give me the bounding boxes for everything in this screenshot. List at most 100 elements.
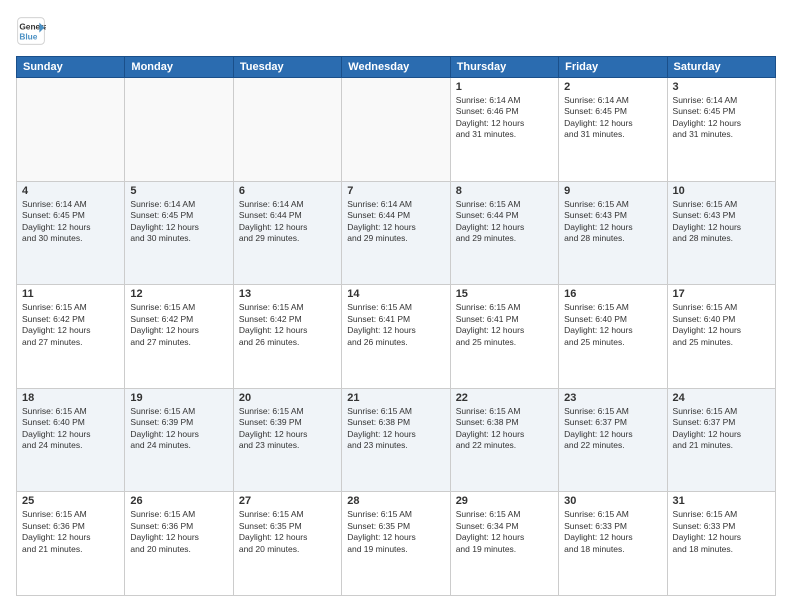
day-number: 8 (456, 185, 553, 197)
day-info: Sunrise: 6:15 AM Sunset: 6:41 PM Dayligh… (347, 302, 444, 348)
weekday-header-wednesday: Wednesday (342, 57, 450, 78)
day-number: 11 (22, 288, 119, 300)
day-number: 15 (456, 288, 553, 300)
calendar-cell (342, 78, 450, 182)
day-info: Sunrise: 6:15 AM Sunset: 6:41 PM Dayligh… (456, 302, 553, 348)
day-info: Sunrise: 6:14 AM Sunset: 6:45 PM Dayligh… (22, 199, 119, 245)
calendar-cell (125, 78, 233, 182)
day-number: 18 (22, 392, 119, 404)
day-info: Sunrise: 6:15 AM Sunset: 6:36 PM Dayligh… (130, 509, 227, 555)
page: General Blue SundayMondayTuesdayWednesda… (0, 0, 792, 612)
day-info: Sunrise: 6:15 AM Sunset: 6:37 PM Dayligh… (564, 406, 661, 452)
calendar-cell: 26 Sunrise: 6:15 AM Sunset: 6:36 PM Dayli… (125, 492, 233, 596)
day-number: 26 (130, 495, 227, 507)
calendar-cell: 12 Sunrise: 6:15 AM Sunset: 6:42 PM Dayli… (125, 285, 233, 389)
day-number: 21 (347, 392, 444, 404)
calendar-cell: 22 Sunrise: 6:15 AM Sunset: 6:38 PM Dayli… (450, 388, 558, 492)
calendar-cell: 7 Sunrise: 6:14 AM Sunset: 6:44 PM Daylig… (342, 181, 450, 285)
day-number: 6 (239, 185, 336, 197)
day-number: 7 (347, 185, 444, 197)
day-number: 14 (347, 288, 444, 300)
day-number: 17 (673, 288, 770, 300)
calendar-cell: 6 Sunrise: 6:14 AM Sunset: 6:44 PM Daylig… (233, 181, 341, 285)
day-info: Sunrise: 6:15 AM Sunset: 6:43 PM Dayligh… (673, 199, 770, 245)
day-number: 28 (347, 495, 444, 507)
calendar-cell: 13Sunrise: 6:15 AM Sunset: 6:42 PM Dayli… (233, 285, 341, 389)
day-number: 20 (239, 392, 336, 404)
calendar-week-row: 1Sunrise: 6:14 AM Sunset: 6:46 PM Daylig… (17, 78, 776, 182)
calendar-cell: 4Sunrise: 6:14 AM Sunset: 6:45 PM Daylig… (17, 181, 125, 285)
calendar-cell: 28 Sunrise: 6:15 AM Sunset: 6:35 PM Dayli… (342, 492, 450, 596)
day-info: Sunrise: 6:14 AM Sunset: 6:44 PM Dayligh… (347, 199, 444, 245)
calendar-cell: 3 Sunrise: 6:14 AM Sunset: 6:45 PM Daylig… (667, 78, 775, 182)
day-info: Sunrise: 6:15 AM Sunset: 6:40 PM Dayligh… (673, 302, 770, 348)
calendar-cell (17, 78, 125, 182)
calendar-cell: 8Sunrise: 6:15 AM Sunset: 6:44 PM Daylig… (450, 181, 558, 285)
day-info: Sunrise: 6:15 AM Sunset: 6:43 PM Dayligh… (564, 199, 661, 245)
calendar-cell: 31 Sunrise: 6:15 AM Sunset: 6:33 PM Dayli… (667, 492, 775, 596)
weekday-header-thursday: Thursday (450, 57, 558, 78)
day-info: Sunrise: 6:15 AM Sunset: 6:42 PM Dayligh… (22, 302, 119, 348)
calendar-cell (233, 78, 341, 182)
calendar-cell: 14 Sunrise: 6:15 AM Sunset: 6:41 PM Dayli… (342, 285, 450, 389)
day-info: Sunrise: 6:15 AM Sunset: 6:40 PM Dayligh… (22, 406, 119, 452)
calendar-cell: 23Sunrise: 6:15 AM Sunset: 6:37 PM Dayli… (559, 388, 667, 492)
calendar-cell: 16 Sunrise: 6:15 AM Sunset: 6:40 PM Dayli… (559, 285, 667, 389)
day-info: Sunrise: 6:15 AM Sunset: 6:33 PM Dayligh… (673, 509, 770, 555)
weekday-header-tuesday: Tuesday (233, 57, 341, 78)
day-info: Sunrise: 6:15 AM Sunset: 6:40 PM Dayligh… (564, 302, 661, 348)
calendar-week-row: 11 Sunrise: 6:15 AM Sunset: 6:42 PM Dayli… (17, 285, 776, 389)
calendar-cell: 9Sunrise: 6:15 AM Sunset: 6:43 PM Daylig… (559, 181, 667, 285)
calendar-cell: 2 Sunrise: 6:14 AM Sunset: 6:45 PM Daylig… (559, 78, 667, 182)
weekday-header-row: SundayMondayTuesdayWednesdayThursdayFrid… (17, 57, 776, 78)
weekday-header-monday: Monday (125, 57, 233, 78)
day-number: 31 (673, 495, 770, 507)
calendar-cell: 27Sunrise: 6:15 AM Sunset: 6:35 PM Dayli… (233, 492, 341, 596)
calendar-cell: 25Sunrise: 6:15 AM Sunset: 6:36 PM Dayli… (17, 492, 125, 596)
day-number: 22 (456, 392, 553, 404)
calendar-cell: 21 Sunrise: 6:15 AM Sunset: 6:38 PM Dayli… (342, 388, 450, 492)
day-info: Sunrise: 6:14 AM Sunset: 6:45 PM Dayligh… (673, 95, 770, 141)
calendar-cell: 20Sunrise: 6:15 AM Sunset: 6:39 PM Dayli… (233, 388, 341, 492)
day-number: 13 (239, 288, 336, 300)
day-number: 12 (130, 288, 227, 300)
calendar-cell: 15 Sunrise: 6:15 AM Sunset: 6:41 PM Dayli… (450, 285, 558, 389)
calendar-cell: 10 Sunrise: 6:15 AM Sunset: 6:43 PM Dayli… (667, 181, 775, 285)
day-number: 16 (564, 288, 661, 300)
day-info: Sunrise: 6:15 AM Sunset: 6:38 PM Dayligh… (456, 406, 553, 452)
weekday-header-saturday: Saturday (667, 57, 775, 78)
logo-icon: General Blue (16, 16, 46, 46)
day-number: 5 (130, 185, 227, 197)
day-info: Sunrise: 6:15 AM Sunset: 6:38 PM Dayligh… (347, 406, 444, 452)
day-info: Sunrise: 6:14 AM Sunset: 6:44 PM Dayligh… (239, 199, 336, 245)
calendar-cell: 30 Sunrise: 6:15 AM Sunset: 6:33 PM Dayli… (559, 492, 667, 596)
calendar-week-row: 4Sunrise: 6:14 AM Sunset: 6:45 PM Daylig… (17, 181, 776, 285)
calendar-cell: 18 Sunrise: 6:15 AM Sunset: 6:40 PM Dayli… (17, 388, 125, 492)
logo: General Blue (16, 16, 46, 46)
day-number: 30 (564, 495, 661, 507)
day-info: Sunrise: 6:15 AM Sunset: 6:35 PM Dayligh… (347, 509, 444, 555)
day-number: 3 (673, 81, 770, 93)
day-number: 27 (239, 495, 336, 507)
day-number: 10 (673, 185, 770, 197)
day-info: Sunrise: 6:15 AM Sunset: 6:34 PM Dayligh… (456, 509, 553, 555)
calendar-cell: 1Sunrise: 6:14 AM Sunset: 6:46 PM Daylig… (450, 78, 558, 182)
weekday-header-friday: Friday (559, 57, 667, 78)
weekday-header-sunday: Sunday (17, 57, 125, 78)
day-info: Sunrise: 6:14 AM Sunset: 6:45 PM Dayligh… (130, 199, 227, 245)
day-info: Sunrise: 6:15 AM Sunset: 6:33 PM Dayligh… (564, 509, 661, 555)
day-info: Sunrise: 6:15 AM Sunset: 6:36 PM Dayligh… (22, 509, 119, 555)
calendar-week-row: 18 Sunrise: 6:15 AM Sunset: 6:40 PM Dayli… (17, 388, 776, 492)
day-number: 19 (130, 392, 227, 404)
calendar-cell: 19 Sunrise: 6:15 AM Sunset: 6:39 PM Dayli… (125, 388, 233, 492)
calendar-cell: 24Sunrise: 6:15 AM Sunset: 6:37 PM Dayli… (667, 388, 775, 492)
day-info: Sunrise: 6:14 AM Sunset: 6:45 PM Dayligh… (564, 95, 661, 141)
day-number: 2 (564, 81, 661, 93)
day-info: Sunrise: 6:15 AM Sunset: 6:37 PM Dayligh… (673, 406, 770, 452)
calendar-cell: 17 Sunrise: 6:15 AM Sunset: 6:40 PM Dayli… (667, 285, 775, 389)
calendar-week-row: 25Sunrise: 6:15 AM Sunset: 6:36 PM Dayli… (17, 492, 776, 596)
day-info: Sunrise: 6:14 AM Sunset: 6:46 PM Dayligh… (456, 95, 553, 141)
svg-text:Blue: Blue (19, 31, 37, 41)
day-info: Sunrise: 6:15 AM Sunset: 6:39 PM Dayligh… (130, 406, 227, 452)
day-info: Sunrise: 6:15 AM Sunset: 6:42 PM Dayligh… (130, 302, 227, 348)
